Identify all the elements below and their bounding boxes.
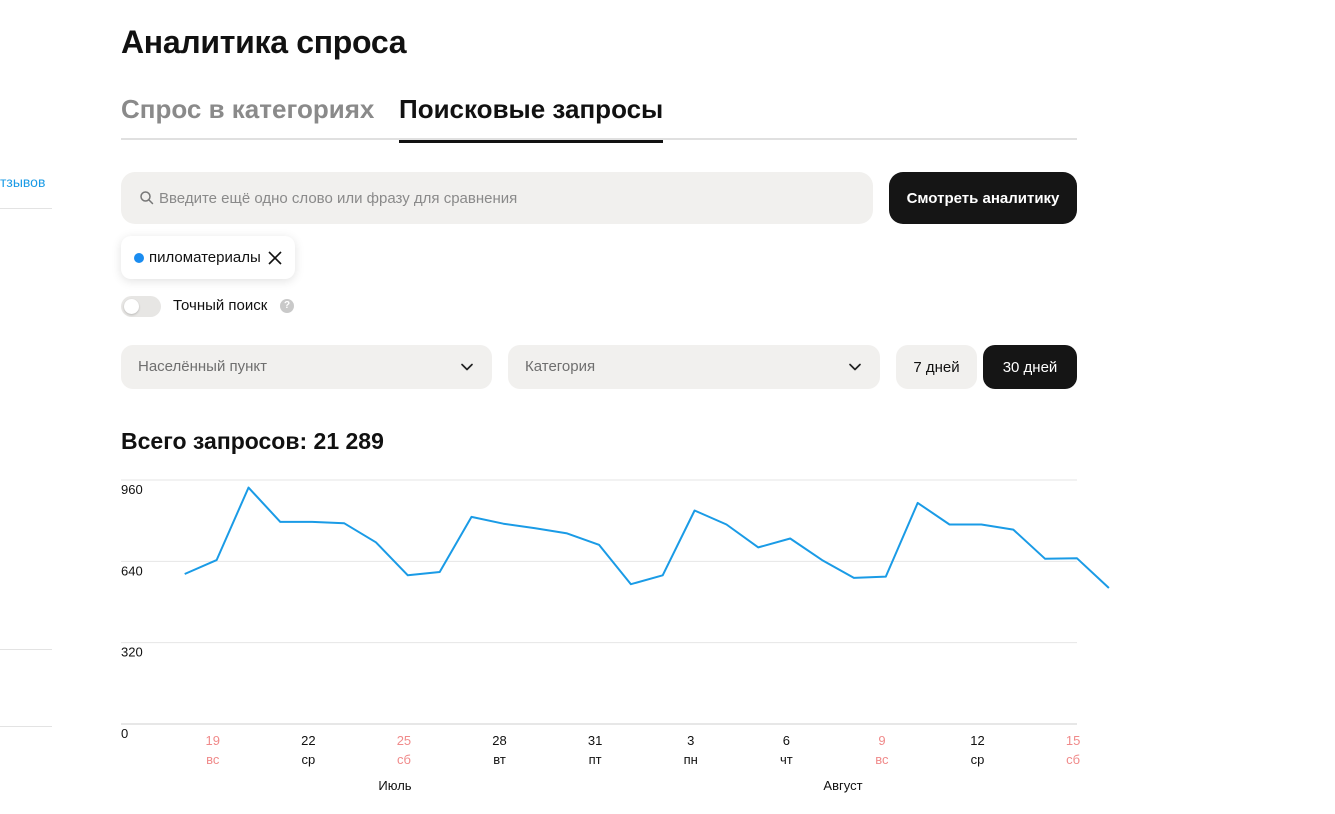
x-tick-day: 19 <box>205 733 219 748</box>
x-tick-weekday: вс <box>206 752 220 767</box>
search-input[interactable] <box>159 172 849 224</box>
chip-label: пиломатериалы <box>149 249 261 266</box>
sidebar-divider <box>0 649 52 650</box>
total-queries: Всего запросов: 21 289 <box>121 428 384 454</box>
x-tick-weekday: вс <box>875 752 889 767</box>
x-tick-weekday: вт <box>493 752 506 767</box>
series-line <box>184 486 1110 589</box>
query-chip: пиломатериалы <box>121 236 295 279</box>
tabs: Спрос в категориях Поисковые запросы <box>121 90 1077 143</box>
close-icon[interactable] <box>267 250 283 266</box>
x-tick-day: 31 <box>588 733 602 748</box>
x-tick-day: 6 <box>783 733 790 748</box>
x-tick-weekday: сб <box>1066 752 1080 767</box>
exact-search-toggle[interactable] <box>121 296 161 317</box>
view-analytics-button[interactable]: Смотреть аналитику <box>889 172 1077 224</box>
question-icon[interactable]: ? <box>280 299 294 313</box>
series-color-dot <box>134 253 144 263</box>
y-tick-label: 960 <box>121 482 143 497</box>
period-7-days-button[interactable]: 7 дней <box>896 345 977 389</box>
x-tick-weekday: ср <box>971 752 985 767</box>
month-label: Июль <box>378 778 411 793</box>
x-tick-weekday: чт <box>780 752 793 767</box>
category-select[interactable]: Категория <box>508 345 880 389</box>
x-tick-day: 25 <box>397 733 411 748</box>
y-tick-label: 0 <box>121 726 128 741</box>
x-tick-weekday: ср <box>301 752 315 767</box>
x-tick-day: 9 <box>878 733 885 748</box>
y-tick-label: 320 <box>121 645 143 660</box>
x-tick-weekday: сб <box>397 752 411 767</box>
city-select[interactable]: Населённый пункт <box>121 345 492 389</box>
sidebar-reviews-link[interactable]: тзывов <box>0 174 45 190</box>
exact-search-label: Точный поиск <box>173 297 268 314</box>
city-select-label: Населённый пункт <box>138 358 268 375</box>
x-tick-weekday: пт <box>589 752 602 767</box>
x-tick-day: 15 <box>1066 733 1080 748</box>
page-title: Аналитика спроса <box>121 24 407 60</box>
search-box <box>121 172 873 224</box>
x-tick-day: 3 <box>687 733 694 748</box>
x-tick-weekday: пн <box>684 752 698 767</box>
sidebar-divider <box>0 208 52 209</box>
search-icon <box>140 191 154 205</box>
toggle-knob <box>124 299 139 314</box>
period-30-days-button[interactable]: 30 дней <box>983 345 1077 389</box>
x-tick-day: 12 <box>970 733 984 748</box>
tab-search-queries[interactable]: Поисковые запросы <box>399 94 664 143</box>
category-select-label: Категория <box>525 358 596 375</box>
tab-category-demand[interactable]: Спрос в категориях <box>121 94 374 137</box>
chevron-down-icon <box>461 363 473 371</box>
sidebar-divider <box>0 726 52 727</box>
x-tick-day: 28 <box>492 733 506 748</box>
y-tick-label: 640 <box>121 563 143 578</box>
x-tick-day: 22 <box>301 733 315 748</box>
month-label: Август <box>823 778 862 793</box>
chevron-down-icon <box>849 363 861 371</box>
